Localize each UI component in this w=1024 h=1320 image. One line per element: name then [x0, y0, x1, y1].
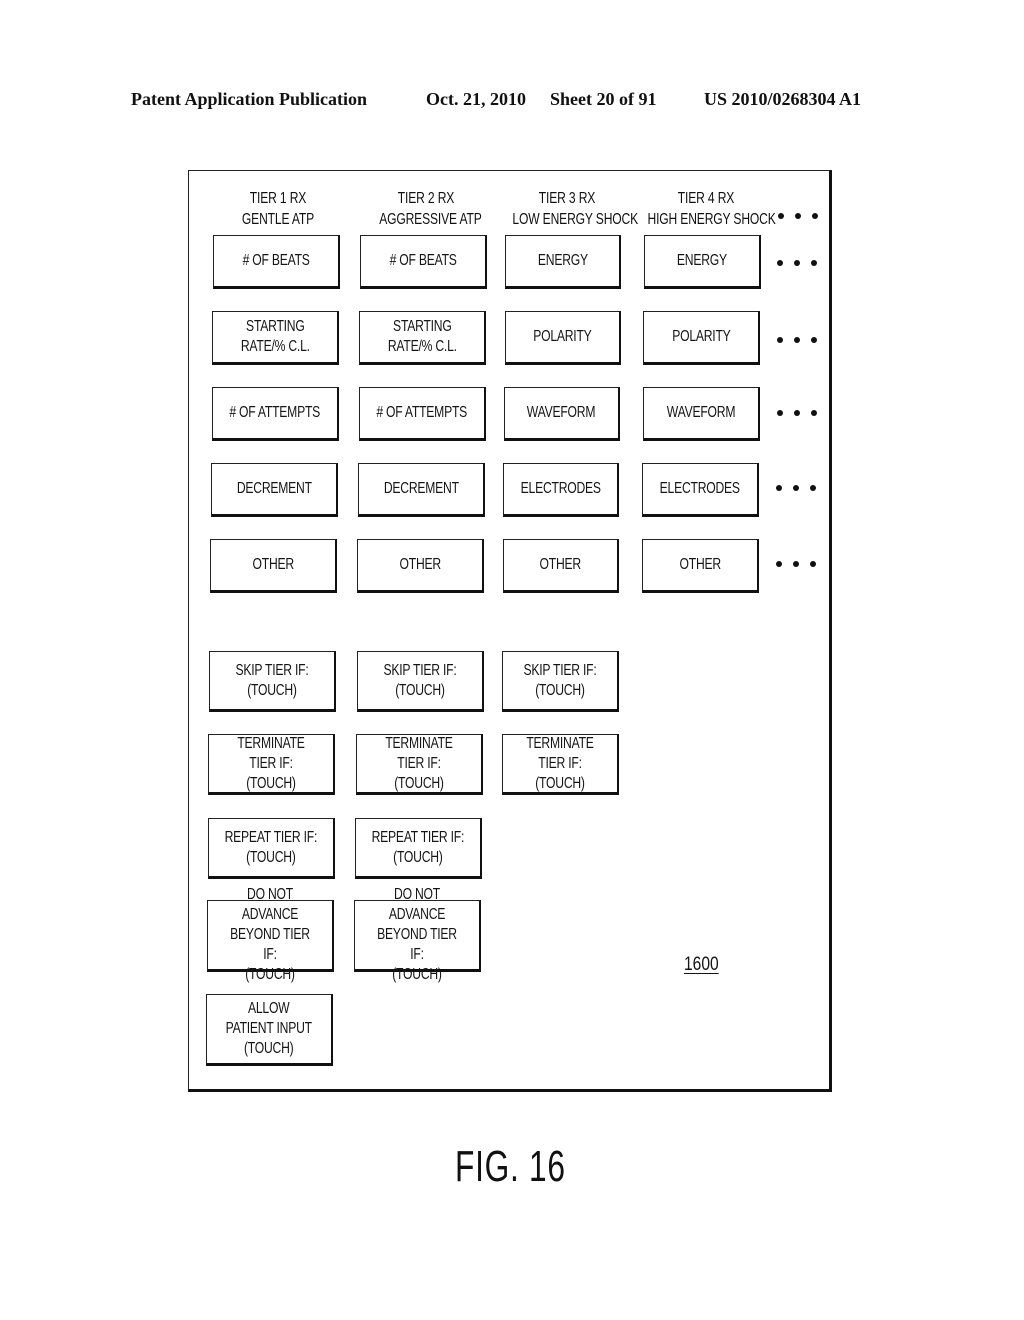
button-label: # OF BEATS [242, 252, 310, 269]
button-label: SKIP TIER IF: (TOUCH) [383, 661, 457, 699]
button-label: DECREMENT [236, 480, 312, 497]
tier-4-header: TIER 4 RX HIGH ENERGY SHOCK [647, 188, 776, 230]
button-label: DECREMENT [383, 480, 459, 497]
tier-2-param-decrement-button[interactable]: DECREMENT [358, 463, 485, 517]
tier-2-param-beats-button[interactable]: # OF BEATS [360, 235, 487, 289]
tier-4-param-other-button[interactable]: OTHER [642, 539, 759, 593]
sheet-number: Sheet 20 of 91 [550, 89, 657, 109]
publication-type: Patent Application Publication [131, 89, 368, 109]
tier-2-header: TIER 2 RX AGGRESSIVE ATP [379, 188, 482, 230]
tier-1-param-decrement-button[interactable]: DECREMENT [211, 463, 338, 517]
tier-3-title: TIER 3 RX [538, 190, 596, 207]
button-label: TERMINATE TIER IF: (TOUCH) [237, 734, 305, 792]
publication-date: Oct. 21, 2010 [426, 89, 526, 109]
tier-2-param-attempts-button[interactable]: # OF ATTEMPTS [359, 387, 486, 441]
button-label: SKIP TIER IF: (TOUCH) [523, 661, 597, 699]
button-label: REPEAT TIER IF: (TOUCH) [371, 828, 465, 866]
tier-2-param-other-button[interactable]: OTHER [357, 539, 484, 593]
tier-1-header: TIER 1 RX GENTLE ATP [239, 188, 317, 230]
tier-4-param-energy-button[interactable]: ENERGY [644, 235, 761, 289]
button-label: TERMINATE TIER IF: (TOUCH) [526, 734, 594, 792]
patent-number: US 2010/0268304 A1 [704, 89, 862, 109]
button-label: ENERGY [537, 252, 588, 269]
tier-3-header: TIER 3 RX LOW ENERGY SHOCK [512, 188, 639, 230]
tier-4-param-polarity-button[interactable]: POLARITY [643, 311, 760, 365]
tier-1-param-attempts-button[interactable]: # OF ATTEMPTS [212, 387, 339, 441]
tier-1-allow-patient-input-button[interactable]: ALLOW PATIENT INPUT (TOUCH) [206, 994, 333, 1066]
tier-3-subtitle: LOW ENERGY SHOCK [512, 211, 639, 228]
reference-numeral: 1600 [684, 954, 719, 975]
button-label: SKIP TIER IF: (TOUCH) [235, 661, 309, 699]
button-label: REPEAT TIER IF: (TOUCH) [224, 828, 318, 866]
tier-2-skip-tier-button[interactable]: SKIP TIER IF: (TOUCH) [357, 651, 484, 712]
button-label: TERMINATE TIER IF: (TOUCH) [385, 734, 453, 792]
button-label: OTHER [399, 556, 441, 573]
tier-2-terminate-tier-button[interactable]: TERMINATE TIER IF: (TOUCH) [356, 734, 483, 795]
button-label: ELECTRODES [520, 480, 601, 497]
tier-3-param-energy-button[interactable]: ENERGY [505, 235, 621, 289]
tier-3-param-electrodes-button[interactable]: ELECTRODES [503, 463, 619, 517]
button-label: # OF ATTEMPTS [376, 404, 468, 421]
button-label: WAVEFORM [527, 404, 596, 421]
more-polarity-ellipsis-icon[interactable] [777, 335, 817, 345]
more-energy-ellipsis-icon[interactable] [777, 258, 817, 268]
tier-1-repeat-tier-button[interactable]: REPEAT TIER IF: (TOUCH) [208, 818, 335, 879]
tier-2-repeat-tier-button[interactable]: REPEAT TIER IF: (TOUCH) [355, 818, 482, 879]
more-tiers-ellipsis-icon[interactable] [778, 211, 818, 221]
tier-4-param-waveform-button[interactable]: WAVEFORM [643, 387, 760, 441]
button-label: POLARITY [533, 328, 592, 345]
patent-header: Patent Application Publication Oct. 21, … [0, 89, 1024, 113]
tier-1-param-other-button[interactable]: OTHER [210, 539, 337, 593]
tier-2-subtitle: AGGRESSIVE ATP [379, 211, 482, 228]
tier-1-skip-tier-button[interactable]: SKIP TIER IF: (TOUCH) [209, 651, 336, 712]
tier-2-param-starting-rate-button[interactable]: STARTING RATE/% C.L. [359, 311, 486, 365]
tier-1-param-beats-button[interactable]: # OF BEATS [213, 235, 340, 289]
button-label: ALLOW PATIENT INPUT (TOUCH) [225, 1000, 313, 1057]
button-label: DO NOT ADVANCE BEYOND TIER IF: (TOUCH) [377, 886, 457, 983]
button-label: OTHER [539, 556, 582, 573]
tier-3-skip-tier-button[interactable]: SKIP TIER IF: (TOUCH) [502, 651, 619, 712]
tier-2-title: TIER 2 RX [397, 190, 455, 207]
button-label: OTHER [252, 556, 294, 573]
tier-4-subtitle: HIGH ENERGY SHOCK [647, 211, 776, 228]
button-label: ENERGY [677, 252, 727, 269]
tier-1-param-starting-rate-button[interactable]: STARTING RATE/% C.L. [212, 311, 339, 365]
tier-3-param-waveform-button[interactable]: WAVEFORM [504, 387, 620, 441]
more-waveform-ellipsis-icon[interactable] [777, 408, 817, 418]
button-label: STARTING RATE/% C.L. [387, 318, 457, 355]
button-label: POLARITY [671, 328, 731, 345]
button-label: DO NOT ADVANCE BEYOND TIER IF: (TOUCH) [230, 886, 310, 983]
tier-3-param-polarity-button[interactable]: POLARITY [505, 311, 621, 365]
tier-3-terminate-tier-button[interactable]: TERMINATE TIER IF: (TOUCH) [502, 734, 619, 795]
figure-label: FIG. 16 [455, 1142, 566, 1191]
tier-1-do-not-advance-button[interactable]: DO NOT ADVANCE BEYOND TIER IF: (TOUCH) [207, 886, 334, 983]
tier-4-title: TIER 4 RX [677, 190, 735, 207]
tier-3-param-other-button[interactable]: OTHER [503, 539, 619, 593]
tier-1-terminate-tier-button[interactable]: TERMINATE TIER IF: (TOUCH) [208, 734, 335, 795]
tier-1-title: TIER 1 RX [249, 190, 307, 207]
tier-4-param-electrodes-button[interactable]: ELECTRODES [642, 463, 759, 517]
button-label: STARTING RATE/% C.L. [240, 318, 310, 355]
tier-2-do-not-advance-button[interactable]: DO NOT ADVANCE BEYOND TIER IF: (TOUCH) [354, 886, 481, 983]
more-electrodes-ellipsis-icon[interactable] [776, 483, 816, 493]
button-label: WAVEFORM [666, 404, 736, 421]
tier-1-subtitle: GENTLE ATP [241, 211, 315, 228]
button-label: OTHER [679, 556, 721, 573]
button-label: # OF ATTEMPTS [229, 404, 321, 421]
button-label: ELECTRODES [659, 480, 741, 497]
button-label: # OF BEATS [389, 252, 457, 269]
more-other-ellipsis-icon[interactable] [776, 559, 816, 569]
